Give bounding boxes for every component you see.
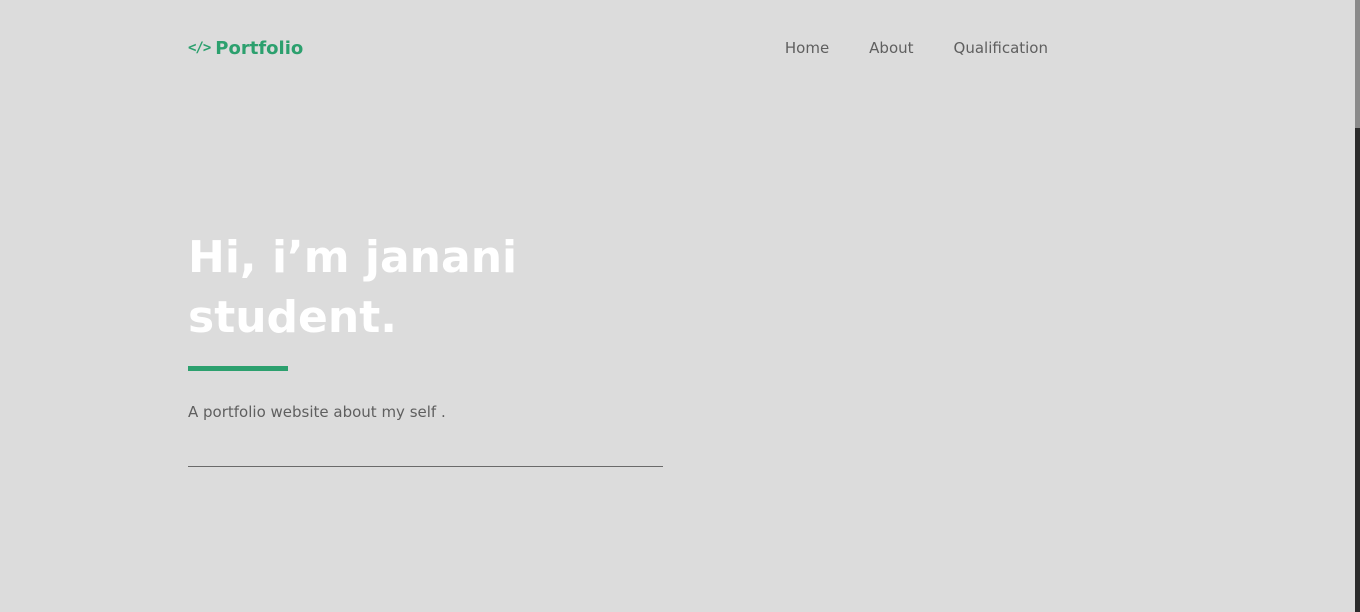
scrollbar-thumb[interactable] bbox=[1355, 0, 1360, 128]
nav-about[interactable]: About bbox=[869, 39, 913, 57]
page: </> Portfolio Home About Qualification H… bbox=[0, 0, 1360, 612]
hero-title-line-1: Hi, i’m janani bbox=[188, 232, 518, 283]
main-nav: Home About Qualification bbox=[785, 39, 1048, 57]
hero-section: Hi, i’m janani student. A portfolio webs… bbox=[188, 228, 517, 421]
hero-title-line-2: student. bbox=[188, 292, 397, 343]
nav-home[interactable]: Home bbox=[785, 39, 829, 57]
divider-line bbox=[188, 466, 663, 467]
site-header: </> Portfolio Home About Qualification bbox=[188, 30, 1048, 66]
hero-description: A portfolio website about my self . bbox=[188, 403, 446, 421]
scrollbar[interactable] bbox=[1355, 0, 1360, 612]
code-icon: </> bbox=[188, 40, 211, 56]
nav-qualification[interactable]: Qualification bbox=[954, 39, 1048, 57]
logo-text: Portfolio bbox=[215, 37, 304, 59]
hero-title: Hi, i’m janani student. bbox=[188, 228, 517, 348]
accent-underline bbox=[188, 366, 288, 371]
logo-link[interactable]: </> Portfolio bbox=[188, 38, 303, 59]
